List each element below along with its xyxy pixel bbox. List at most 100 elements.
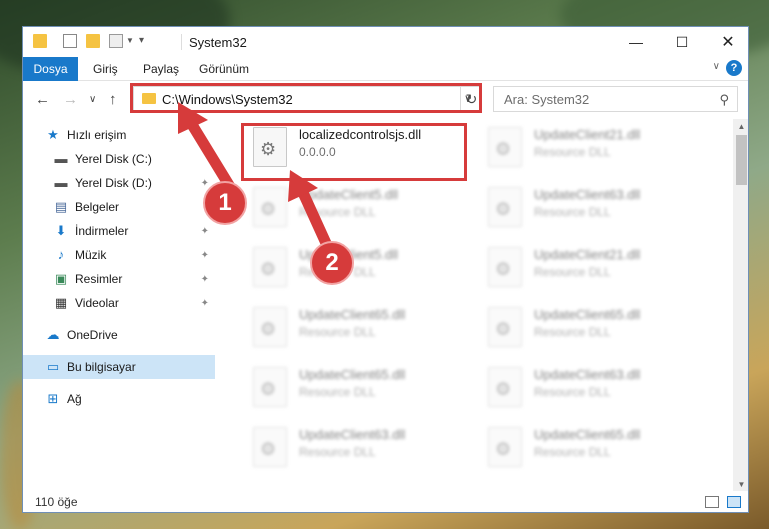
video-icon: ▦: [54, 295, 68, 310]
network-icon: ⊞: [47, 391, 59, 406]
sidebar-item-this-pc[interactable]: ▭ Bu bilgisayar: [23, 355, 215, 379]
details-view-icon[interactable]: [705, 496, 719, 508]
file-name: UpdateClient5.dll: [299, 187, 399, 202]
recent-locations-icon[interactable]: ∨: [89, 94, 96, 105]
tab-share[interactable]: Paylaş: [143, 62, 179, 76]
file-item[interactable]: ⚙ UpdateClient65.dll Resource DLL: [243, 359, 473, 417]
sidebar-item-downloads[interactable]: ⬇ İndirmeler ✦: [23, 219, 215, 243]
computer-icon: ▭: [46, 359, 60, 374]
scrollbar-thumb[interactable]: [736, 135, 747, 185]
dll-file-icon: ⚙: [488, 307, 522, 347]
sidebar-item-network[interactable]: ⊞ Ağ: [23, 387, 215, 411]
dll-file-icon: ⚙: [488, 427, 522, 467]
ribbon-tabs: Dosya Giriş Paylaş Görünüm ∨ ?: [23, 57, 748, 81]
forward-arrow-icon[interactable]: →: [63, 91, 78, 108]
star-icon: ★: [47, 127, 59, 142]
file-name: UpdateClient63.dll: [534, 187, 641, 202]
minimize-button[interactable]: —: [613, 27, 659, 57]
sidebar-item-onedrive[interactable]: ☁ OneDrive: [23, 323, 215, 347]
pin-icon[interactable]: ✦: [201, 178, 209, 189]
file-item[interactable]: ⚙ UpdateClient63.dll Resource DLL: [478, 359, 708, 417]
tab-home[interactable]: Giriş: [93, 62, 118, 76]
cloud-icon: ☁: [46, 327, 60, 342]
back-arrow-icon[interactable]: ←: [35, 91, 50, 108]
maximize-button[interactable]: ☐: [659, 27, 705, 57]
dll-file-icon: ⚙: [253, 307, 287, 347]
sidebar-item-local-disk-c[interactable]: ▬ Yerel Disk (C:): [23, 147, 215, 171]
scroll-up-icon[interactable]: ▲: [733, 119, 748, 133]
sidebar-item-videos[interactable]: ▦ Videolar ✦: [23, 291, 215, 315]
search-icon[interactable]: ⚲: [719, 92, 729, 108]
dll-file-icon: ⚙: [253, 187, 287, 227]
dll-file-icon: ⚙: [488, 127, 522, 167]
large-icons-view-icon[interactable]: [727, 496, 741, 508]
file-description: Resource DLL: [534, 145, 611, 159]
download-icon: ⬇: [55, 223, 67, 238]
file-item[interactable]: ⚙ UpdateClient21.dll Resource DLL: [478, 239, 708, 297]
file-item[interactable]: ⚙ UpdateClient5.dll Resource DLL: [243, 239, 473, 297]
file-description: Resource DLL: [534, 325, 611, 339]
pin-icon[interactable]: ✦: [201, 250, 209, 261]
pin-icon[interactable]: ✦: [201, 298, 209, 309]
sidebar-item-local-disk-d[interactable]: ▬ Yerel Disk (D:) ✦: [23, 171, 215, 195]
file-name: UpdateClient65.dll: [299, 307, 406, 322]
file-item[interactable]: ⚙ UpdateClient65.dll Resource DLL: [478, 299, 708, 357]
title-bar: ▼ ▾ System32 — ☐ ✕: [23, 27, 748, 57]
step-badge-1: 1: [203, 181, 247, 225]
file-item[interactable]: ⚙ UpdateClient65.dll Resource DLL: [243, 299, 473, 357]
properties-icon[interactable]: [63, 34, 77, 48]
navigation-pane: ★ Hızlı erişim ▬ Yerel Disk (C:) ▬ Yerel…: [23, 119, 215, 491]
sidebar-item-documents[interactable]: ▤ Belgeler: [23, 195, 215, 219]
sidebar-item-pictures[interactable]: ▣ Resimler ✦: [23, 267, 215, 291]
sidebar-item-label: Müzik: [75, 248, 107, 262]
customize-dropdown-icon[interactable]: ▼: [126, 36, 134, 45]
vertical-scrollbar[interactable]: ▲ ▼: [733, 119, 748, 491]
pin-icon[interactable]: ✦: [201, 226, 209, 237]
ribbon-expand-icon[interactable]: ∨: [713, 61, 720, 72]
item-count: 110 öğe: [35, 495, 78, 509]
dll-file-icon: ⚙: [253, 427, 287, 467]
sidebar-item-label: İndirmeler: [75, 224, 129, 238]
dll-file-icon: ⚙: [488, 187, 522, 227]
file-item[interactable]: ⚙ UpdateClient63.dll Resource DLL: [478, 179, 708, 237]
sidebar-item-label: Yerel Disk (D:): [75, 176, 152, 190]
sidebar-item-music[interactable]: ♪ Müzik ✦: [23, 243, 215, 267]
customize-icon[interactable]: [109, 34, 123, 48]
quick-access-dropdown-icon[interactable]: ▾: [139, 35, 144, 46]
tab-file[interactable]: Dosya: [23, 57, 78, 81]
close-button[interactable]: ✕: [705, 27, 748, 57]
pin-icon[interactable]: ✦: [201, 274, 209, 285]
drive-icon: ▬: [54, 151, 68, 166]
sidebar-item-label: Hızlı erişim: [67, 128, 127, 142]
tab-view[interactable]: Görünüm: [199, 62, 249, 76]
file-name: UpdateClient21.dll: [534, 247, 641, 262]
scroll-down-icon[interactable]: ▼: [733, 477, 748, 491]
file-item[interactable]: ⚙ UpdateClient63.dll Resource DLL: [243, 419, 473, 477]
sidebar-item-label: Resimler: [75, 272, 123, 286]
file-item[interactable]: ⚙ UpdateClient65.dll Resource DLL: [478, 419, 708, 477]
divider: [181, 34, 182, 50]
file-item[interactable]: ⚙ UpdateClient21.dll Resource DLL: [478, 119, 708, 177]
file-description: Resource DLL: [534, 385, 611, 399]
sidebar-item-label: Belgeler: [75, 200, 120, 214]
file-description: Resource DLL: [299, 325, 376, 339]
file-name: UpdateClient65.dll: [299, 367, 406, 382]
file-description: Resource DLL: [299, 205, 376, 219]
file-item[interactable]: ⚙ UpdateClient5.dll Resource DLL: [243, 179, 473, 237]
window-title: System32: [189, 35, 247, 50]
new-folder-icon[interactable]: [86, 34, 100, 48]
file-description: Resource DLL: [534, 205, 611, 219]
document-icon: ▤: [54, 199, 68, 214]
sidebar-item-quick-access[interactable]: ★ Hızlı erişim: [23, 123, 215, 147]
file-description: Resource DLL: [534, 445, 611, 459]
file-name: UpdateClient65.dll: [534, 307, 641, 322]
search-box[interactable]: Ara: System32 ⚲: [493, 86, 738, 112]
drive-icon: ▬: [54, 175, 68, 190]
file-item-highlight-box: [241, 123, 467, 181]
folder-icon: [33, 34, 47, 48]
search-input[interactable]: Ara: System32: [504, 92, 589, 107]
help-icon[interactable]: ?: [726, 60, 742, 76]
up-arrow-icon[interactable]: ↑: [109, 91, 117, 108]
step-badge-2: 2: [310, 241, 354, 285]
sidebar-item-label: OneDrive: [67, 328, 118, 342]
